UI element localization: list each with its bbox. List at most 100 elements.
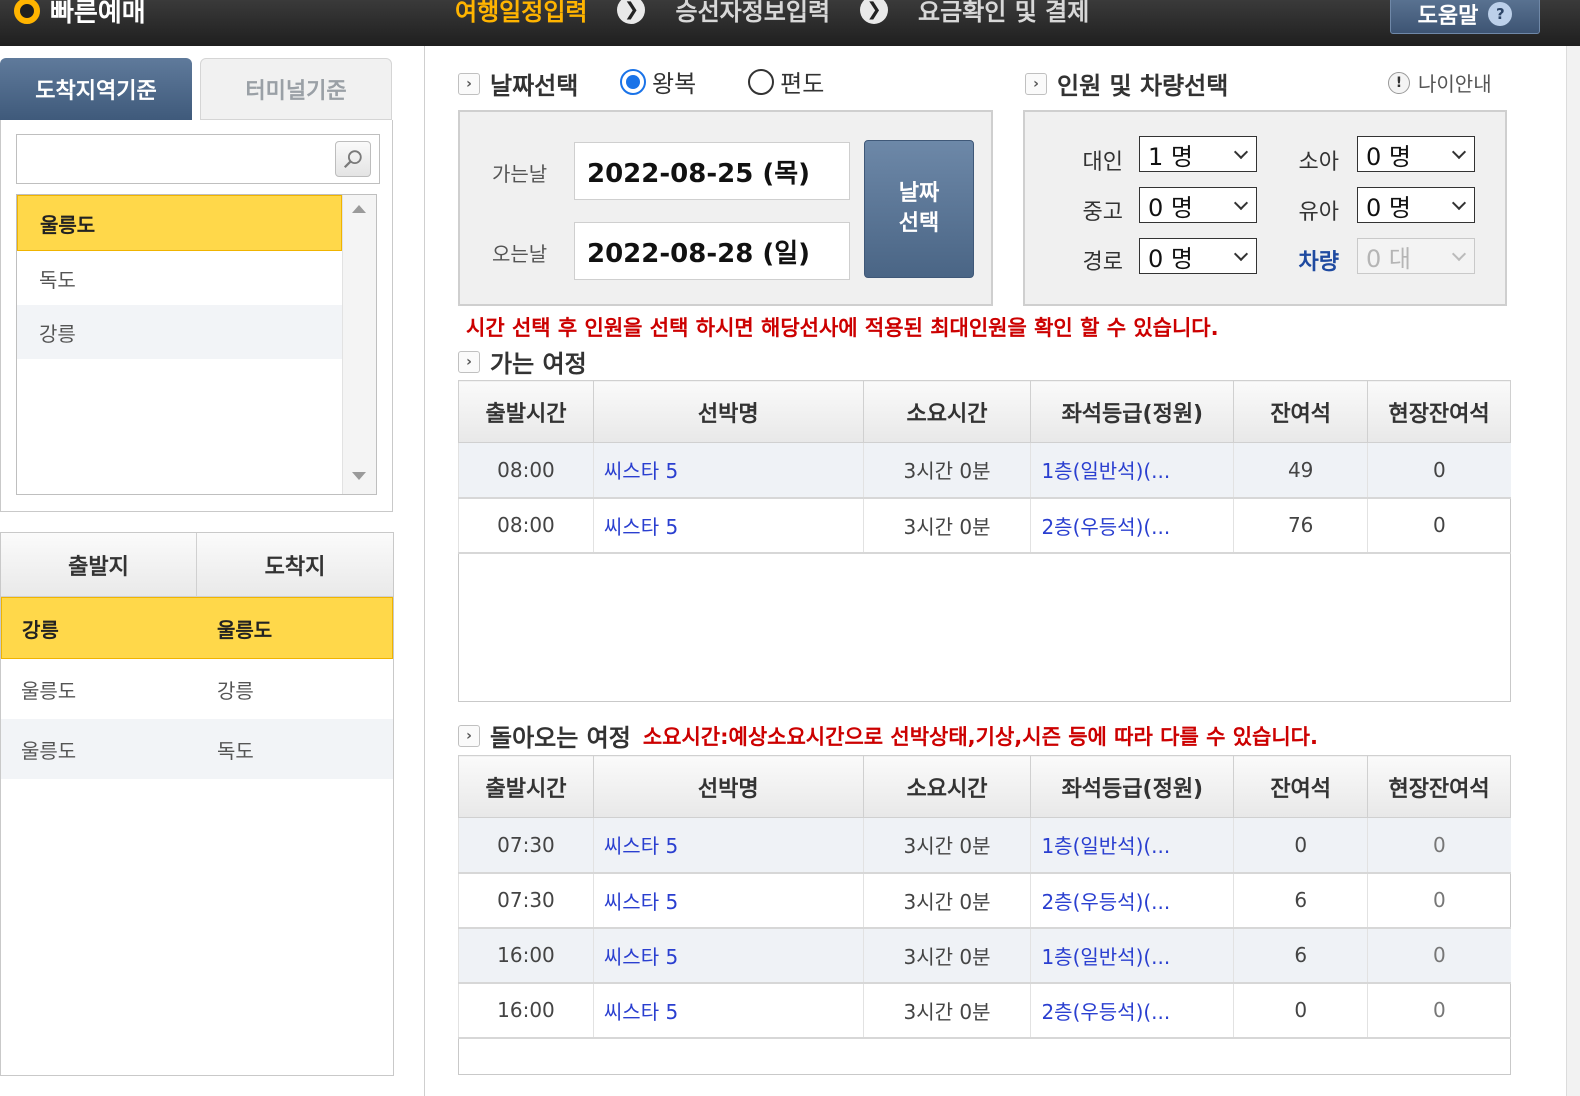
chevron-right-icon: › [1025,72,1047,95]
chevron-down-icon [1451,246,1467,262]
chevron-down-icon [1233,144,1249,160]
destination-box: 울릉도 독도 강릉 [0,120,393,512]
go-date-field[interactable]: 2022-08-25 (목) [574,142,850,200]
onsite-remaining-seats: 0 [1367,927,1511,984]
child-label: 소아 [1298,150,1339,175]
seat-class-link[interactable]: 2층(우등석)(... [1030,872,1234,929]
departure-time: 07:30 [458,872,594,929]
pax-selection-box: 대인 1 명 소아 0 명 중고 0 명 유아 0 명 경로 0 명 차량 0 … [1023,110,1507,306]
age-info-link[interactable]: ! 나이안내 [1388,68,1492,97]
radio-selected-icon[interactable] [620,68,646,95]
column-header: 출발시간 [458,380,594,443]
ship-name-link[interactable]: 씨스타 5 [592,442,864,499]
radio-round-trip[interactable]: 왕복 [620,64,696,99]
duration-notice: 소요시간:예상소요시간으로 선박상태,기상,시즌 등에 따라 다를 수 있습니다… [642,724,1318,749]
chevron-right-icon: › [458,350,480,373]
brand-title: 빠른예매 [50,0,146,28]
adult-label: 대인 [1082,150,1123,175]
departure-time: 08:00 [458,442,594,499]
remaining-seats: 0 [1233,982,1368,1039]
route-list-header: 출발지 도착지 [1,533,393,597]
duration: 3시간 0분 [862,442,1031,499]
senior-label: 경로 [1082,250,1123,275]
route-destination: 강릉 [217,678,254,703]
ship-name-link[interactable]: 씨스타 5 [592,817,864,874]
column-header: 좌석등급(정원) [1030,755,1235,818]
remaining-seats: 0 [1233,817,1368,874]
date-select-button[interactable]: 날짜 선택 [864,140,974,278]
chevron-down-icon [1233,195,1249,211]
table-row[interactable]: 07:30 씨스타 5 3시간 0분 2층(우등석)(... 6 0 [458,872,1511,929]
student-select[interactable]: 0 명 [1139,187,1257,223]
departure-time: 08:00 [458,497,594,554]
column-header: 현장잔여석 [1367,755,1511,818]
table-row[interactable]: 07:30 씨스타 5 3시간 0분 1층(일반석)(... 0 0 [458,817,1511,874]
tab-by-terminal[interactable]: 터미널기준 [200,58,392,120]
search-input[interactable] [17,135,327,183]
chevron-right-icon: ❯ [860,0,889,24]
list-item[interactable]: 강릉 [17,305,342,359]
onsite-remaining-seats: 0 [1367,442,1511,499]
seat-class-link[interactable]: 1층(일반석)(... [1030,817,1234,874]
step-itinerary: 여행일정입력 [455,0,588,26]
chevron-right-icon: › [458,72,480,95]
ship-name-link[interactable]: 씨스타 5 [592,497,864,554]
top-bar: 빠른예매 여행일정입력 ❯ 승선자정보입력 ❯ 요금확인 및 결제 도움말 ? [0,0,1580,46]
trip-type-radio-group: 왕복 편도 [620,64,876,99]
page-scrollbar[interactable] [1566,46,1580,1096]
list-item[interactable]: 독도 [17,251,342,305]
seat-class-link[interactable]: 2층(우등석)(... [1030,982,1234,1039]
senior-select[interactable]: 0 명 [1139,238,1257,274]
remaining-seats: 6 [1233,872,1368,929]
panel-divider [424,46,425,1096]
ship-name-link[interactable]: 씨스타 5 [592,872,864,929]
radio-one-way[interactable]: 편도 [748,64,824,99]
list-item[interactable]: 울릉도 [17,195,342,251]
exclamation-icon: ! [1388,71,1410,94]
scrollbar[interactable] [342,195,376,494]
table-row[interactable]: 08:00 씨스타 5 3시간 0분 1층(일반석)(... 49 0 [458,442,1511,499]
chevron-down-icon [1451,195,1467,211]
seat-class-link[interactable]: 1층(일반석)(... [1030,442,1234,499]
column-header: 선박명 [592,380,864,443]
search-button[interactable] [335,141,371,177]
column-header: 잔여석 [1233,755,1369,818]
route-origin: 울릉도 [21,738,77,763]
date-section-title: › 날짜선택 [458,66,578,101]
scroll-down-icon[interactable] [352,472,366,480]
table-row[interactable]: 강릉 울릉도 [1,597,393,659]
return-date-field[interactable]: 2022-08-28 (일) [574,222,850,280]
vehicle-label: 차량 [1298,250,1339,275]
help-button[interactable]: 도움말 ? [1390,0,1540,34]
table-row[interactable]: 울릉도 강릉 [1,659,393,719]
seat-class-link[interactable]: 1층(일반석)(... [1030,927,1234,984]
chevron-down-icon [1233,246,1249,262]
radio-unselected-icon[interactable] [748,68,775,95]
column-header: 선박명 [592,755,864,818]
date-selection-box: 가는날 2022-08-25 (목) 오는날 2022-08-28 (일) 날짜… [458,110,993,306]
remaining-seats: 49 [1233,442,1368,499]
chevron-right-icon: ❯ [617,0,646,24]
tab-by-destination[interactable]: 도착지역기준 [0,58,192,120]
go-date-label: 가는날 [492,162,548,186]
table-row[interactable]: 16:00 씨스타 5 3시간 0분 1층(일반석)(... 6 0 [458,927,1511,984]
table-row[interactable]: 16:00 씨스타 5 3시간 0분 2층(우등석)(... 0 0 [458,982,1511,1039]
remaining-seats: 6 [1233,927,1368,984]
seat-class-link[interactable]: 2층(우등석)(... [1030,497,1234,554]
duration: 3시간 0분 [862,817,1031,874]
table-header-row: 출발시간 선박명 소요시간 좌석등급(정원) 잔여석 현장잔여석 [458,755,1511,818]
scroll-up-icon[interactable] [352,205,366,213]
table-row[interactable]: 08:00 씨스타 5 3시간 0분 2층(우등석)(... 76 0 [458,497,1511,554]
student-label: 중고 [1082,200,1123,225]
route-origin: 울릉도 [21,678,77,703]
vehicle-select: 0 대 [1357,238,1475,274]
route-destination: 울릉도 [217,617,273,642]
ship-name-link[interactable]: 씨스타 5 [592,927,864,984]
duration: 3시간 0분 [862,927,1031,984]
adult-select[interactable]: 1 명 [1139,136,1257,172]
ship-name-link[interactable]: 씨스타 5 [592,982,864,1039]
question-icon: ? [1488,2,1513,26]
table-row[interactable]: 울릉도 독도 [1,719,393,779]
child-select[interactable]: 0 명 [1357,136,1475,172]
infant-select[interactable]: 0 명 [1357,187,1475,223]
